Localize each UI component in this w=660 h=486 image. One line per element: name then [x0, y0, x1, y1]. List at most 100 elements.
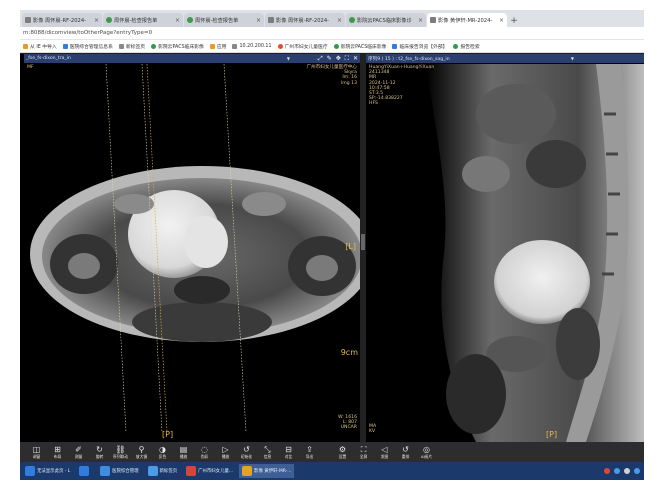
toolbar-button-settings[interactable]: ⚙ 设置 [332, 442, 353, 462]
browser-tab[interactable]: 影像 黄伊轩-MR-2024- × [427, 13, 507, 27]
bookmark-item[interactable]: 影院云PACS临床影像 [151, 43, 204, 50]
export-icon: ⇪ [306, 445, 313, 454]
close-icon[interactable]: × [256, 17, 261, 24]
browser-tab-title: 影像 周怀晨-RF-2024- [276, 17, 329, 24]
toolbar-button-rotate[interactable]: ↻ 旋转 [89, 442, 110, 462]
viewer-toolbar: ◫ 调窗 ⊞ 布局 ✐ 测量 ↻ 旋转 ⛓ 序列联动 ⚲ 放大镜 ◑ 反色 ▤ 播放 ◌ 伪彩 ▷ 播放 ↺ 初始化 ⤡ 信息… [20, 442, 644, 462]
settings-icon: ⚙ [338, 445, 347, 454]
toolbar-button-reset[interactable]: ↺ 初始化 [236, 442, 257, 462]
new-tab-button[interactable]: + [508, 15, 520, 27]
toolbar-button-export[interactable]: ⇪ 导出 [299, 442, 320, 462]
close-icon[interactable]: × [499, 17, 504, 24]
taskbar-item[interactable] [76, 464, 94, 478]
bookmark-item[interactable]: 从 IE 中导入 [23, 43, 57, 50]
bookmark-item[interactable]: 报告检索 [453, 43, 480, 50]
window-level-icon: ◫ [32, 445, 41, 454]
tray-icon[interactable] [634, 468, 640, 474]
sagittal-mr-image[interactable] [366, 54, 644, 442]
splitter-grip[interactable] [361, 234, 365, 250]
app-icon [242, 466, 253, 476]
bookmark-item[interactable]: 广州市妇女儿童医疗 [277, 43, 328, 50]
chevron-down-icon[interactable]: ▼ [287, 56, 290, 61]
close-icon[interactable]: × [94, 17, 99, 24]
toolbar-button-play[interactable]: ▷ 播放 [215, 442, 236, 462]
app-icon [147, 466, 158, 476]
toolbar-button-link-series[interactable]: ⛓ 序列联动 [110, 442, 131, 462]
taskbar-item-label: 新标签页 [159, 469, 178, 474]
toolbar-button-label: 序列联动 [112, 454, 129, 459]
axial-mr-image[interactable] [24, 54, 360, 442]
toolbar-button-label: 调窗 [32, 454, 41, 459]
toolbar-button-fullscreen[interactable]: ⛶ 全屏 [353, 442, 374, 462]
taskbar-item[interactable]: 无法显示此页 - L [22, 464, 73, 478]
orientation-right-marker: [L] [345, 242, 356, 251]
fullscreen-icon[interactable]: ⛶ [345, 55, 349, 63]
toolbar-button-label: 信息 [263, 454, 272, 459]
browser-tab[interactable]: 影像 周怀晨-RF-2024- × [22, 13, 102, 27]
sagittal-series-bar[interactable]: 序列9 ( 15 ) : t2_fse_fs-dixon_sag_in ▼ [366, 54, 644, 63]
sagittal-series-name[interactable]: 序列9 ( 15 ) : t2_fse_fs-dixon_sag_in [368, 56, 571, 62]
toolbar-button-label: 设置 [338, 454, 347, 459]
tray-icon[interactable] [604, 468, 610, 474]
taskbar-item[interactable]: 新标签页 [145, 464, 181, 478]
toolbar-button-label: 伪彩 [200, 454, 209, 459]
browser-tab[interactable]: 影院云PACS临床影像诊 × [346, 13, 426, 27]
taskbar-item[interactable]: 影像 黄伊轩-MR-... [239, 464, 295, 478]
chevron-down-icon[interactable]: ▼ [571, 56, 574, 61]
toolbar-button-label: 重排 [401, 454, 410, 459]
bookmark-label: 广州市妇女儿童医疗 [284, 44, 328, 50]
tray-icon[interactable] [614, 468, 620, 474]
close-icon[interactable]: × [337, 17, 342, 24]
toolbar-button-window-level[interactable]: ◫ 调窗 [26, 442, 47, 462]
toolbar-button-magnifier[interactable]: ⚲ 放大镜 [131, 442, 152, 462]
browser-tab[interactable]: 周怀晨-检查报告单 × [103, 13, 183, 27]
move-icon[interactable]: ✥ [336, 55, 341, 62]
browser-tab-strip: 影像 周怀晨-RF-2024- × 周怀晨-检查报告单 × 周怀晨-检查报告单 × 影像 周… [20, 10, 644, 27]
bookmark-item[interactable]: 临床报告浏览【外部】 [392, 43, 447, 50]
toolbar-button-invert[interactable]: ◑ 反色 [152, 442, 173, 462]
bookmark-item[interactable]: 影院云PACS临床影像 [333, 43, 386, 50]
address-bar[interactable]: m:8088/dicomview/toOtherPage?entryType=0 [20, 27, 644, 40]
browser-tab[interactable]: 影像 周怀晨-RF-2024- × [265, 13, 345, 27]
pacs-icon [151, 43, 157, 49]
close-icon[interactable]: ✕ [353, 55, 358, 62]
pacs-icon [349, 17, 355, 23]
rotate-icon: ↻ [96, 445, 103, 454]
taskbar-item[interactable]: 广州市妇女儿童... [183, 464, 236, 478]
toolbar-button-label: 初始化 [240, 454, 253, 459]
toolbar-button-measure[interactable]: ✐ 测量 [68, 442, 89, 462]
toolbar-button-info[interactable]: ⤡ 信息 [257, 442, 278, 462]
axial-series-bar[interactable]: _fse_fs-dixon_tra_in ▼ [24, 54, 360, 63]
toolbar-button-ai-read[interactable]: ◎ AI阅片 [416, 442, 437, 462]
toolbar-button-rearrange[interactable]: ↺ 重排 [395, 442, 416, 462]
info-icon: ⤡ [264, 445, 271, 454]
browser-tab-title: 周怀晨-检查报告单 [114, 17, 158, 24]
page-icon [25, 17, 31, 23]
toolbar-button-cine[interactable]: ▤ 播放 [173, 442, 194, 462]
windows-taskbar: 无法显示此页 - L 医院综合管理 新标签页 广州市妇女儿童... 影像 黄伊轩-MR-… [20, 462, 644, 480]
bookmark-item[interactable]: 10.20.200.11 [232, 43, 272, 49]
sagittal-viewport[interactable]: 序列9 ( 15 ) : t2_fse_fs-dixon_sag_in ▼ Hu… [366, 54, 644, 442]
measure-icon: ✐ [75, 445, 82, 454]
toolbar-button-send-image[interactable]: ◁ 发图 [374, 442, 395, 462]
browser-tab[interactable]: 周怀晨-检查报告单 × [184, 13, 264, 27]
toolbar-button-pseudo-color[interactable]: ◌ 伪彩 [194, 442, 215, 462]
toolbar-button-layout[interactable]: ⊞ 布局 [47, 442, 68, 462]
bookmark-item[interactable]: 应用 [209, 43, 226, 50]
bookmark-item[interactable]: 新标签页 [118, 43, 145, 50]
browser-tab-title: 周怀晨-检查报告单 [195, 17, 239, 24]
address-url[interactable]: m:8088/dicomview/toOtherPage?entryType=0 [23, 30, 152, 36]
tray-icon[interactable] [624, 468, 630, 474]
axial-series-name[interactable]: _fse_fs-dixon_tra_in [26, 56, 287, 61]
dicom-viewer: _fse_fs-dixon_tra_in ▼ ⤢ ✎ ✥ ⛶ ✕ MF 广州市妇女儿童医… [20, 54, 644, 442]
close-icon[interactable]: × [175, 17, 180, 24]
apps-icon [209, 43, 215, 49]
report-icon [392, 43, 398, 49]
taskbar-item[interactable]: 医院综合管理 [97, 464, 141, 478]
close-icon[interactable]: × [418, 17, 423, 24]
bookmark-item[interactable]: 医院综合管理信息系 [62, 43, 113, 50]
toolbar-button-compare[interactable]: ⊟ 对比 [278, 442, 299, 462]
pen-icon[interactable]: ✎ [327, 55, 332, 62]
expand-icon[interactable]: ⤢ [318, 55, 323, 63]
axial-viewport[interactable]: _fse_fs-dixon_tra_in ▼ ⤢ ✎ ✥ ⛶ ✕ MF 广州市妇女儿童医… [24, 54, 360, 442]
